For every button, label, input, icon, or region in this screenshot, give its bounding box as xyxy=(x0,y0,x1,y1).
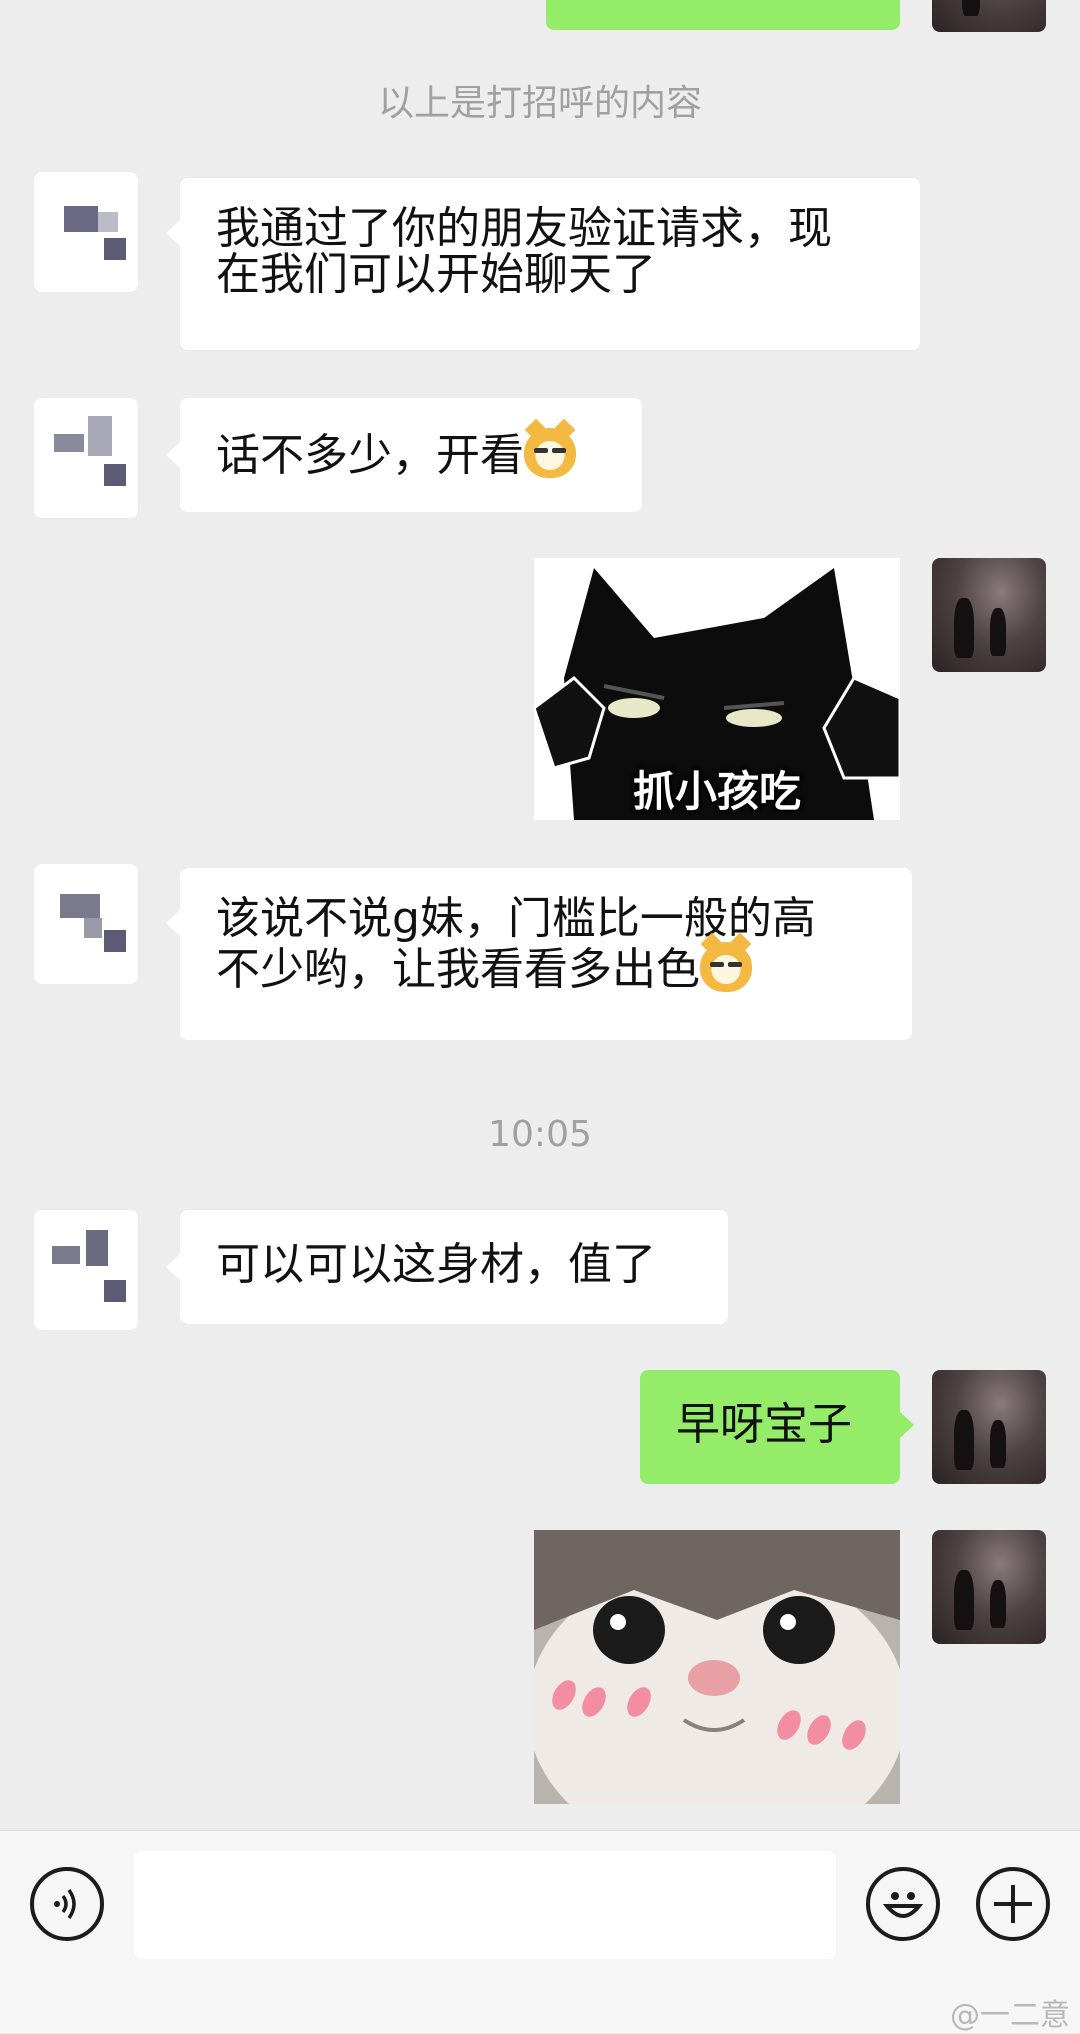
message-input[interactable] xyxy=(134,1851,836,1959)
bubble-tail xyxy=(900,1412,914,1438)
voice-button[interactable] xyxy=(30,1867,104,1941)
my-avatar[interactable] xyxy=(932,558,1046,672)
plus-icon xyxy=(994,1885,1032,1923)
doge-emoji-icon xyxy=(524,428,576,478)
received-message[interactable]: 该说不说g妹，门槛比一般的高 不少哟，让我看看多出色 xyxy=(180,868,912,1040)
watermark: @一二意 xyxy=(950,1998,1070,2033)
message-text-line: 该说不说g妹，门槛比一般的高 xyxy=(216,893,816,944)
bubble-tail xyxy=(166,1254,180,1280)
my-avatar[interactable] xyxy=(932,0,1046,32)
sticker-caption: 抓小孩吃 xyxy=(632,767,801,816)
message-text-line: 在我们可以开始聊天了 xyxy=(216,249,656,300)
contact-avatar[interactable] xyxy=(34,1210,138,1330)
message-text-line: 不少哟，让我看看多出色 xyxy=(216,944,700,995)
message-text: 早呀宝子 xyxy=(676,1399,852,1450)
timestamp: 10:05 xyxy=(488,1114,592,1155)
received-message[interactable]: 可以可以这身材，值了 xyxy=(180,1210,728,1324)
more-button[interactable] xyxy=(976,1867,1050,1941)
message-text: 话不多少，开看 xyxy=(216,430,524,481)
kitten-sticker[interactable] xyxy=(534,1530,900,1804)
my-avatar[interactable] xyxy=(932,1370,1046,1484)
doge-emoji-icon xyxy=(700,942,752,992)
message-text-line: 我通过了你的朋友验证请求，现 xyxy=(216,203,832,254)
greeting-notice: 以上是打招呼的内容 xyxy=(377,83,702,124)
voice-icon xyxy=(54,1888,76,1920)
my-avatar[interactable] xyxy=(932,1530,1046,1644)
received-message[interactable]: 话不多少，开看 xyxy=(180,398,642,512)
bubble-tail xyxy=(166,442,180,468)
emoji-button[interactable] xyxy=(866,1867,940,1941)
bubble-tail xyxy=(166,220,180,246)
sent-message-partial[interactable] xyxy=(546,0,900,30)
sent-message[interactable]: 早呀宝子 xyxy=(640,1370,900,1484)
contact-avatar[interactable] xyxy=(34,864,138,984)
smiley-icon xyxy=(882,1892,924,1918)
chat-area[interactable]: 以上是打招呼的内容 我通过了你的朋友验证请求，现 在我们可以开始聊天了 话不多少… xyxy=(0,0,1080,1830)
kitten-image xyxy=(534,1530,900,1804)
contact-avatar[interactable] xyxy=(34,398,138,518)
bubble-tail xyxy=(166,910,180,936)
message-text: 可以可以这身材，值了 xyxy=(216,1239,656,1290)
cat-sticker[interactable]: 抓小孩吃 xyxy=(534,558,900,820)
received-message[interactable]: 我通过了你的朋友验证请求，现 在我们可以开始聊天了 xyxy=(180,178,920,350)
input-bar xyxy=(0,1830,1080,2033)
contact-avatar[interactable] xyxy=(34,172,138,292)
